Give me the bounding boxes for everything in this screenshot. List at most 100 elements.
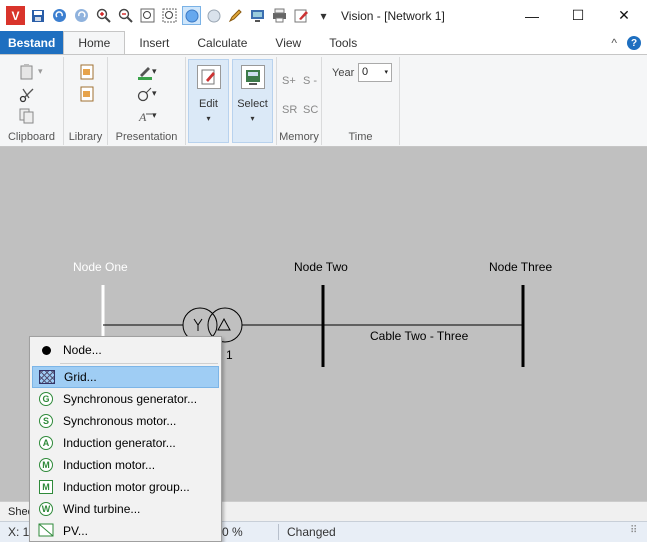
- induction-motor-group-icon: M: [39, 480, 53, 494]
- tab-home[interactable]: Home: [63, 31, 126, 55]
- node-one-label[interactable]: Node One: [73, 260, 128, 274]
- year-select[interactable]: 0 ▾: [358, 63, 392, 82]
- library-open-icon[interactable]: [78, 63, 96, 81]
- menu-item-synchronous-motor[interactable]: S Synchronous motor...: [32, 410, 219, 432]
- group-library: Library: [64, 57, 108, 145]
- delta-symbol: [217, 317, 231, 331]
- select-button-label: Select: [237, 98, 268, 110]
- transformer-index-label: 1: [226, 348, 233, 362]
- induction-generator-icon: A: [39, 436, 53, 450]
- induction-motor-icon: M: [39, 458, 53, 472]
- menu-item-induction-generator[interactable]: A Induction generator...: [32, 432, 219, 454]
- status-separator: [278, 524, 279, 540]
- menu-separator: [60, 363, 218, 364]
- wye-symbol: [193, 318, 203, 331]
- group-memory: S+ S - SR SC Memory: [276, 57, 322, 145]
- resize-grip-icon[interactable]: ⠿: [630, 525, 637, 536]
- edit-note-icon[interactable]: [292, 6, 311, 25]
- synchronous-motor-icon: S: [39, 414, 53, 428]
- year-label: Year: [332, 67, 355, 79]
- copy-icon[interactable]: [18, 107, 36, 125]
- tab-insert[interactable]: Insert: [125, 31, 183, 55]
- group-label-memory: Memory: [279, 131, 319, 143]
- tab-calculate[interactable]: Calculate: [183, 31, 261, 55]
- select-icon: [241, 65, 265, 89]
- maximize-button[interactable]: ☐: [555, 0, 601, 31]
- window-title: Vision - [Network 1]: [341, 8, 445, 23]
- menu-item-induction-motor-group[interactable]: M Induction motor group...: [32, 476, 219, 498]
- status-zoom: 0 %: [222, 525, 243, 539]
- pv-icon: [38, 523, 54, 540]
- year-dropdown-icon[interactable]: ▾: [384, 64, 388, 81]
- undo-icon[interactable]: [50, 6, 69, 25]
- library-save-icon[interactable]: [78, 85, 96, 103]
- menu-item-node[interactable]: Node...: [32, 339, 219, 361]
- group-label-presentation: Presentation: [115, 131, 178, 143]
- text-style-dropdown-icon[interactable]: ▾: [152, 110, 157, 121]
- printer-icon[interactable]: [270, 6, 289, 25]
- paste-dropdown-icon[interactable]: ▾: [38, 66, 43, 77]
- pencil-icon[interactable]: [226, 6, 245, 25]
- zoom-fit-icon[interactable]: [138, 6, 157, 25]
- status-coordinates: X: 1: [8, 525, 30, 539]
- save-icon[interactable]: [28, 6, 47, 25]
- group-presentation: ▾ ▾ A ▾ Presentation: [108, 57, 186, 145]
- zoom-out-icon[interactable]: [116, 6, 135, 25]
- grid-icon: [39, 370, 55, 384]
- group-label-clipboard: Clipboard: [7, 131, 56, 143]
- node-two-label[interactable]: Node Two: [294, 260, 348, 274]
- node-three-label[interactable]: Node Three: [489, 260, 552, 274]
- quick-access-toolbar: V ▾: [0, 6, 333, 25]
- select-dropdown-icon[interactable]: ▾: [233, 114, 272, 123]
- edit-button[interactable]: Edit ▾: [188, 59, 229, 143]
- color-pen-dropdown-icon[interactable]: ▾: [152, 66, 157, 77]
- group-time: Year 0 ▾ Time: [322, 57, 400, 145]
- ribbon: ▾ Clipboard Library ▾ ▾ A ▾ Presentation…: [0, 54, 647, 147]
- year-value: 0: [362, 66, 369, 78]
- edit-icon: [197, 65, 221, 89]
- menu-item-wind-turbine[interactable]: W Wind turbine...: [32, 498, 219, 520]
- group-label-library: Library: [68, 131, 103, 143]
- group-label-time: Time: [348, 131, 373, 143]
- select-button[interactable]: Select ▾: [232, 59, 273, 143]
- close-button[interactable]: ✕: [601, 0, 647, 31]
- tab-view[interactable]: View: [261, 31, 315, 55]
- menu-item-pv[interactable]: PV...: [32, 520, 219, 542]
- dropdown-icon[interactable]: ▾: [314, 6, 333, 25]
- edit-dropdown-icon[interactable]: ▾: [189, 114, 228, 123]
- wind-turbine-icon: W: [39, 502, 53, 516]
- menu-item-synchronous-generator[interactable]: G Synchronous generator...: [32, 388, 219, 410]
- minimize-button[interactable]: —: [509, 0, 555, 31]
- memory-sr-button[interactable]: SR: [282, 104, 297, 116]
- group-clipboard: ▾ Clipboard: [0, 57, 64, 145]
- cut-icon[interactable]: [18, 86, 36, 104]
- svg-text:A: A: [138, 110, 147, 124]
- tab-bestand[interactable]: Bestand: [0, 31, 64, 55]
- menu-item-grid[interactable]: Grid...: [32, 366, 219, 388]
- status-state: Changed: [287, 525, 336, 539]
- symbol-style-dropdown-icon[interactable]: ▾: [152, 88, 157, 99]
- help-icon[interactable]: ?: [627, 36, 641, 50]
- synchronous-generator-icon: G: [39, 392, 53, 406]
- monitor-icon[interactable]: [248, 6, 267, 25]
- memory-sc-button[interactable]: SC: [303, 104, 318, 116]
- circle-icon[interactable]: [204, 6, 223, 25]
- tab-tools[interactable]: Tools: [315, 31, 371, 55]
- menu-item-induction-motor[interactable]: M Induction motor...: [32, 454, 219, 476]
- zoom-window-icon[interactable]: [160, 6, 179, 25]
- node-dot-icon: [41, 345, 51, 355]
- cable-label[interactable]: Cable Two - Three: [370, 329, 468, 343]
- insert-context-menu: Node... Grid... G Synchronous generator.…: [29, 336, 222, 542]
- app-icon[interactable]: V: [6, 6, 25, 25]
- window-controls: — ☐ ✕: [509, 0, 647, 31]
- title-bar: V ▾ Vision - [Network 1] — ☐ ✕: [0, 0, 647, 31]
- circle-select-icon[interactable]: [182, 6, 201, 25]
- ribbon-tabs: Bestand Home Insert Calculate View Tools…: [0, 31, 647, 55]
- paste-icon[interactable]: [18, 63, 36, 81]
- redo-icon[interactable]: [72, 6, 91, 25]
- edit-button-label: Edit: [199, 98, 218, 110]
- collapse-ribbon-icon[interactable]: ^: [611, 36, 617, 50]
- memory-s-minus-button[interactable]: S -: [303, 75, 317, 87]
- memory-s-plus-button[interactable]: S+: [282, 75, 296, 87]
- zoom-in-icon[interactable]: [94, 6, 113, 25]
